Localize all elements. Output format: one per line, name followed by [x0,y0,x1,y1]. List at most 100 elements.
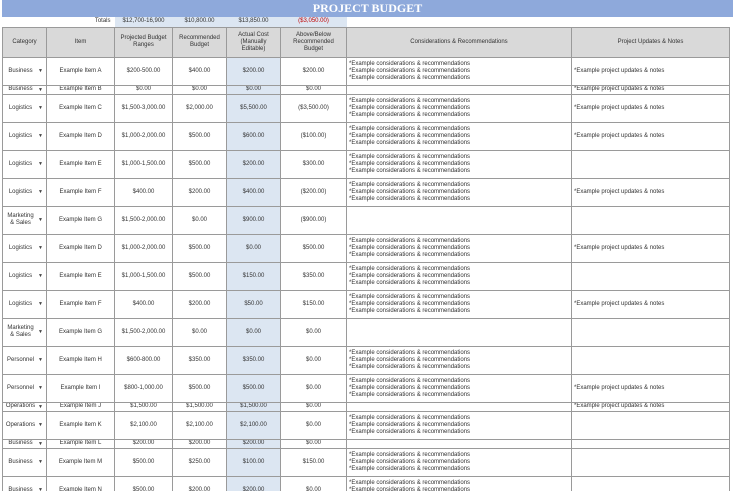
projected-cell: $800-1,000.00 [114,373,173,403]
actual-cost-cell[interactable]: $100.00 [226,447,281,477]
updates-cell[interactable] [571,447,730,477]
considerations-cell[interactable]: *Example considerations & recommendation… [346,289,572,319]
updates-cell[interactable] [571,149,730,179]
updates-cell[interactable]: *Example project updates & notes [571,401,730,412]
dropdown-arrow-icon[interactable]: ▼ [38,189,43,196]
difference-cell: $0.00 [280,438,347,449]
consideration-line: *Example considerations & recommendation… [349,167,471,174]
category-dropdown[interactable]: Logistics ▼ [2,233,47,263]
consideration-line: *Example considerations & recommendation… [349,60,471,67]
updates-cell[interactable] [571,345,730,375]
considerations-cell[interactable]: *Example considerations & recommendation… [346,233,572,263]
actual-cost-cell[interactable]: $0.00 [226,233,281,263]
considerations-cell[interactable]: *Example considerations & recommendation… [346,56,572,86]
category-dropdown[interactable]: Business ▼ [2,438,47,449]
considerations-cell[interactable] [346,438,572,449]
considerations-cell[interactable]: *Example considerations & recommendation… [346,447,572,477]
category-dropdown[interactable]: Business ▼ [2,475,47,491]
category-dropdown[interactable]: Logistics ▼ [2,289,47,319]
actual-cost-cell[interactable]: $150.00 [226,261,281,291]
dropdown-arrow-icon[interactable]: ▼ [38,329,43,336]
dropdown-arrow-icon[interactable]: ▼ [38,245,43,252]
considerations-cell[interactable]: *Example considerations & recommendation… [346,475,572,491]
dropdown-arrow-icon[interactable]: ▼ [38,105,43,112]
considerations-cell[interactable]: *Example considerations & recommendation… [346,373,572,403]
updates-cell[interactable] [571,475,730,491]
updates-cell[interactable]: *Example project updates & notes [571,121,730,151]
updates-cell[interactable]: *Example project updates & notes [571,84,730,95]
dropdown-arrow-icon[interactable]: ▼ [38,217,43,224]
updates-cell[interactable] [571,317,730,347]
actual-cost-cell[interactable]: $0.00 [226,84,281,95]
updates-cell[interactable] [571,410,730,440]
considerations-cell[interactable]: *Example considerations & recommendation… [346,149,572,179]
recommended-cell: $2,000.00 [172,93,227,123]
updates-cell[interactable] [571,261,730,291]
category-dropdown[interactable]: Logistics ▼ [2,149,47,179]
actual-cost-cell[interactable]: $2,100.00 [226,410,281,440]
dropdown-arrow-icon[interactable]: ▼ [38,357,43,364]
consideration-line: *Example considerations & recommendation… [349,356,471,363]
dropdown-arrow-icon[interactable]: ▼ [38,422,43,429]
considerations-cell[interactable] [346,205,572,235]
updates-cell[interactable] [571,438,730,449]
updates-cell[interactable]: *Example project updates & notes [571,233,730,263]
actual-cost-cell[interactable]: $400.00 [226,177,281,207]
category-dropdown[interactable]: Logistics ▼ [2,261,47,291]
considerations-cell[interactable]: *Example considerations & recommendation… [346,345,572,375]
updates-cell[interactable]: *Example project updates & notes [571,289,730,319]
consideration-line: *Example considerations & recommendation… [349,74,471,81]
actual-cost-cell[interactable]: $200.00 [226,56,281,86]
category-dropdown[interactable]: Personnel ▼ [2,373,47,403]
actual-cost-cell[interactable]: $5,500.00 [226,93,281,123]
considerations-cell[interactable]: *Example considerations & recommendation… [346,410,572,440]
considerations-cell[interactable]: *Example considerations & recommendation… [346,177,572,207]
updates-cell[interactable]: *Example project updates & notes [571,177,730,207]
category-dropdown[interactable]: Logistics ▼ [2,93,47,123]
considerations-cell[interactable]: *Example considerations & recommendation… [346,93,572,123]
category-dropdown[interactable]: Logistics ▼ [2,177,47,207]
considerations-cell[interactable]: *Example considerations & recommendation… [346,261,572,291]
category-dropdown[interactable]: Business ▼ [2,84,47,95]
category-dropdown[interactable]: Business ▼ [2,447,47,477]
dropdown-arrow-icon[interactable]: ▼ [38,487,43,491]
category-dropdown[interactable]: Personnel ▼ [2,345,47,375]
actual-cost-cell[interactable]: $50.00 [226,289,281,319]
dropdown-arrow-icon[interactable]: ▼ [38,404,43,411]
dropdown-arrow-icon[interactable]: ▼ [38,68,43,75]
category-dropdown[interactable]: Operations ▼ [2,401,47,412]
actual-cost-cell[interactable]: $1,500.00 [226,401,281,412]
updates-cell[interactable]: *Example project updates & notes [571,93,730,123]
updates-cell[interactable] [571,205,730,235]
actual-cost-cell[interactable]: $900.00 [226,205,281,235]
actual-cost-cell[interactable]: $350.00 [226,345,281,375]
dropdown-arrow-icon[interactable]: ▼ [38,87,43,94]
dropdown-arrow-icon[interactable]: ▼ [38,273,43,280]
actual-cost-cell[interactable]: $0.00 [226,317,281,347]
projected-cell: $1,000-1,500.00 [114,261,173,291]
dropdown-arrow-icon[interactable]: ▼ [38,161,43,168]
dropdown-arrow-icon[interactable]: ▼ [38,301,43,308]
updates-cell[interactable]: *Example project updates & notes [571,56,730,86]
category-dropdown[interactable]: Logistics ▼ [2,121,47,151]
dropdown-arrow-icon[interactable]: ▼ [38,133,43,140]
considerations-cell[interactable]: *Example considerations & recommendation… [346,121,572,151]
considerations-cell[interactable] [346,317,572,347]
projected-cell: $400.00 [114,289,173,319]
actual-cost-cell[interactable]: $600.00 [226,121,281,151]
actual-cost-cell[interactable]: $200.00 [226,438,281,449]
category-dropdown[interactable]: Marketing & Sales ▼ [2,317,47,347]
updates-cell[interactable]: *Example project updates & notes [571,373,730,403]
category-dropdown[interactable]: Marketing & Sales ▼ [2,205,47,235]
considerations-cell[interactable] [346,84,572,95]
dropdown-arrow-icon[interactable]: ▼ [38,385,43,392]
actual-cost-cell[interactable]: $200.00 [226,475,281,491]
actual-cost-cell[interactable]: $500.00 [226,373,281,403]
considerations-cell[interactable] [346,401,572,412]
actual-cost-cell[interactable]: $200.00 [226,149,281,179]
consideration-line: *Example considerations & recommendation… [349,307,471,314]
category-dropdown[interactable]: Business ▼ [2,56,47,86]
category-dropdown[interactable]: Operations ▼ [2,410,47,440]
dropdown-arrow-icon[interactable]: ▼ [38,459,43,466]
dropdown-arrow-icon[interactable]: ▼ [38,441,43,448]
